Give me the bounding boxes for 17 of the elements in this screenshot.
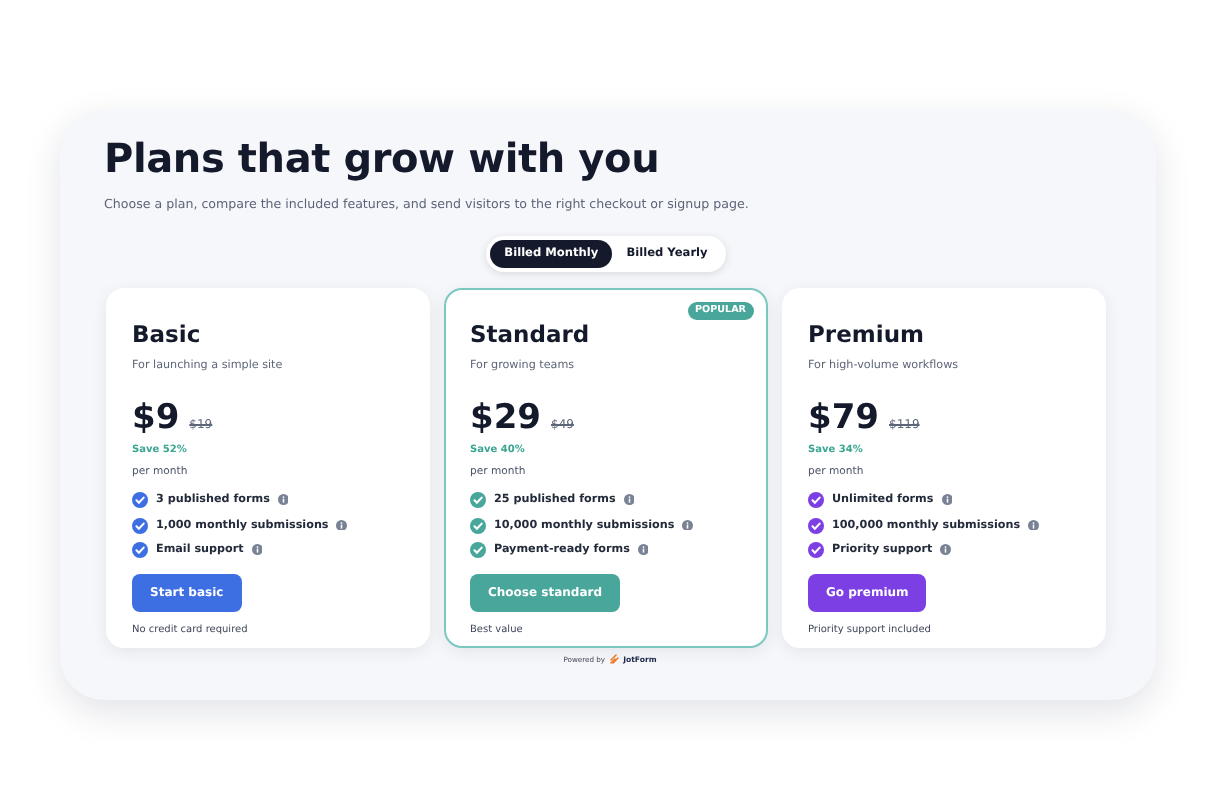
info-icon[interactable] [1028,519,1040,531]
plan-name: Standard [470,320,590,348]
info-icon[interactable] [336,519,348,531]
info-icon[interactable] [251,544,263,556]
info-icon[interactable] [940,544,952,556]
plan-name: Basic [132,320,201,348]
info-icon[interactable] [941,494,953,506]
info-icon[interactable] [637,544,649,556]
info-icon[interactable] [277,494,289,506]
info-icon[interactable] [623,494,635,506]
plan-name: Premium [808,320,924,348]
page-title: Plans that grow with you [104,134,660,182]
logo-icon [609,654,620,664]
plan-price: $9 [132,398,180,438]
plan-price: $29 [470,398,541,438]
plan-price: $79 [808,398,879,438]
info-icon[interactable] [682,519,694,531]
